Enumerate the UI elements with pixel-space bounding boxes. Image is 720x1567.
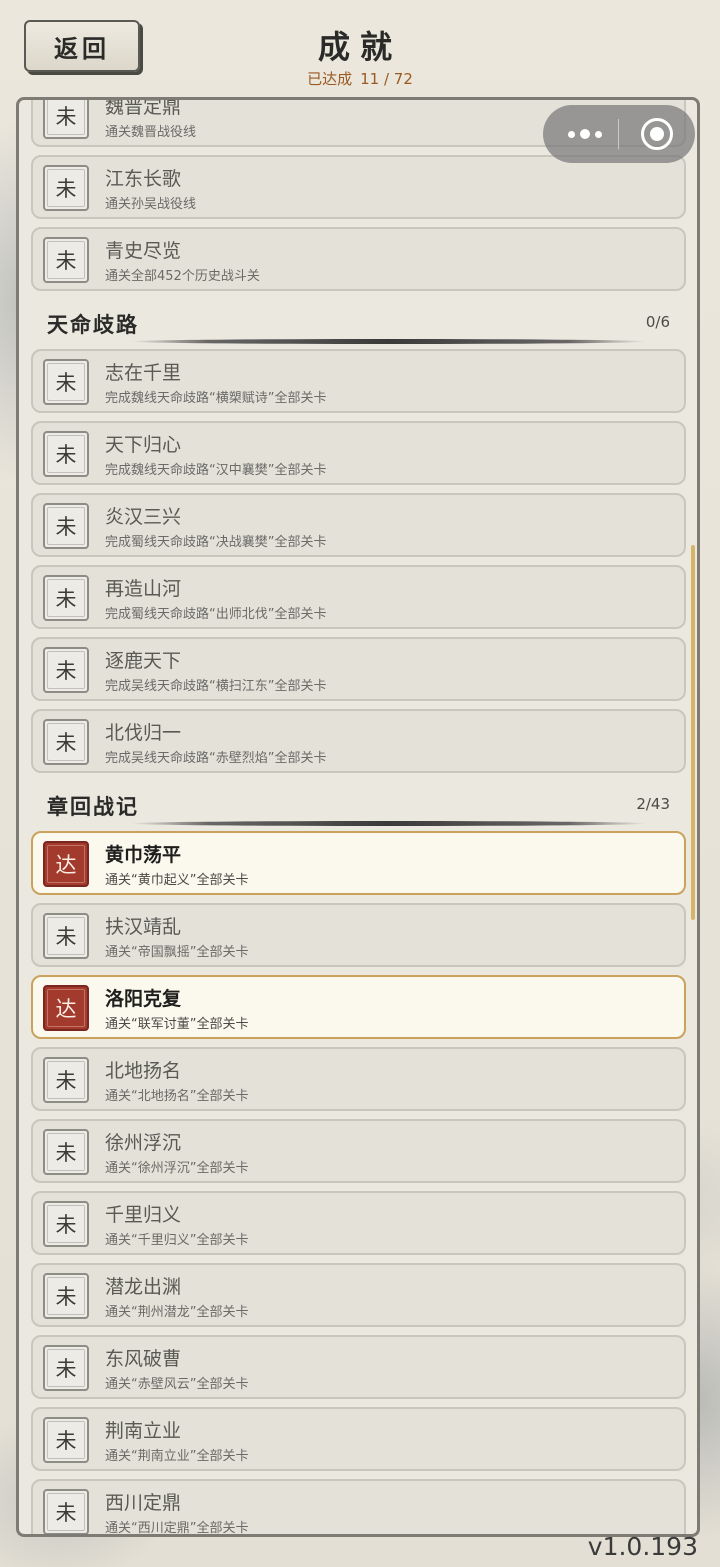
status-badge: 未 <box>43 237 89 283</box>
achievement-title: 北伐归一 <box>105 722 182 744</box>
scrollbar[interactable] <box>691 545 695 920</box>
achievement-description: 通关“帝国飘摇”全部关卡 <box>105 945 249 960</box>
achievement-description: 通关“黄巾起义”全部关卡 <box>105 873 249 888</box>
achievement-description: 通关孙吴战役线 <box>105 197 197 212</box>
achievement-description: 完成魏线天命歧路“汉中襄樊”全部关卡 <box>105 463 327 478</box>
achievement-list-panel[interactable]: 未魏晋定鼎 通关魏晋战役线未江东长歌 通关孙吴战役线未青史尽览 通关全部452个历史战… <box>16 97 700 1537</box>
achievement-title: 黄巾荡平 <box>105 844 182 866</box>
progress-value: 11 / 72 <box>360 70 413 88</box>
achievement-card[interactable]: 未东风破曹通关“赤壁风云”全部关卡 <box>31 1335 686 1399</box>
achievement-title: 潜龙出渊 <box>105 1276 182 1298</box>
achievement-card[interactable]: 未千里归义通关“千里归义”全部关卡 <box>31 1191 686 1255</box>
achievement-card[interactable]: 未逐鹿天下完成吴线天命歧路“横扫江东”全部关卡 <box>31 637 686 701</box>
achievement-description: 通关魏晋战役线 <box>105 125 197 140</box>
achievement-card[interactable]: 未青史尽览通关全部452个历史战斗关 <box>31 227 686 291</box>
page-title: 成就 <box>317 28 402 66</box>
achievement-description: 通关“徐州浮沉”全部关卡 <box>105 1161 249 1176</box>
achievement-card[interactable]: 未北伐归一完成吴线天命歧路“赤壁烈焰”全部关卡 <box>31 709 686 773</box>
status-badge: 未 <box>43 1129 89 1175</box>
achievement-description: 通关“赤壁风云”全部关卡 <box>105 1377 249 1392</box>
achievement-title: 洛阳克复 <box>105 988 182 1010</box>
status-badge: 达 <box>43 985 89 1031</box>
version-label: v1.0.193 <box>587 1532 698 1561</box>
status-badge: 未 <box>43 100 89 139</box>
achievement-description: 通关“北地扬名”全部关卡 <box>105 1089 249 1104</box>
mini-program-capsule <box>543 105 695 163</box>
brush-divider <box>131 821 646 826</box>
progress-label: 已达成 <box>307 70 353 88</box>
section-title: 章回战记 <box>47 794 139 819</box>
status-badge: 未 <box>43 165 89 211</box>
achievement-description: 完成吴线天命歧路“赤壁烈焰”全部关卡 <box>105 751 327 766</box>
achievement-description: 完成蜀线天命歧路“出师北伐”全部关卡 <box>105 607 327 622</box>
status-badge: 未 <box>43 359 89 405</box>
status-badge: 未 <box>43 431 89 477</box>
target-circle-icon[interactable] <box>641 118 673 150</box>
achievement-card[interactable]: 未志在千里完成魏线天命歧路“横槊赋诗”全部关卡 <box>31 349 686 413</box>
section-count: 0/6 <box>645 313 670 331</box>
more-dots-icon[interactable] <box>563 119 607 149</box>
status-badge: 未 <box>43 913 89 959</box>
section-title: 天命歧路 <box>47 312 139 337</box>
section-header: 章回战记 2/43 <box>31 787 686 827</box>
achievement-title: 东风破曹 <box>105 1348 182 1370</box>
achievement-title: 荆南立业 <box>105 1420 182 1442</box>
achievement-title: 千里归义 <box>105 1204 182 1226</box>
achievement-title: 志在千里 <box>105 362 182 384</box>
achievement-card[interactable]: 未炎汉三兴完成蜀线天命歧路“决战襄樊”全部关卡 <box>31 493 686 557</box>
achievement-title: 炎汉三兴 <box>105 506 182 528</box>
section-count: 2/43 <box>636 795 670 813</box>
status-badge: 未 <box>43 1057 89 1103</box>
achievement-title: 魏晋定鼎 <box>105 97 182 118</box>
achievement-description: 通关“荆南立业”全部关卡 <box>105 1449 249 1464</box>
achievement-progress: 已达成 11 / 72 <box>0 68 720 89</box>
achievement-description: 完成魏线天命歧路“横槊赋诗”全部关卡 <box>105 391 327 406</box>
status-badge: 未 <box>43 1489 89 1534</box>
achievement-title: 江东长歌 <box>105 168 182 190</box>
status-badge: 未 <box>43 1201 89 1247</box>
capsule-divider <box>618 119 619 149</box>
achievement-card[interactable]: 未徐州浮沉通关“徐州浮沉”全部关卡 <box>31 1119 686 1183</box>
achievement-description: 通关“西川定鼎”全部关卡 <box>105 1521 249 1536</box>
status-badge: 未 <box>43 575 89 621</box>
achievement-card[interactable]: 未西川定鼎通关“西川定鼎”全部关卡 <box>31 1479 686 1536</box>
achievement-description: 完成吴线天命歧路“横扫江东”全部关卡 <box>105 679 327 694</box>
status-badge: 未 <box>43 647 89 693</box>
achievement-title: 天下归心 <box>105 434 182 456</box>
brush-divider <box>131 339 646 344</box>
achievement-title: 逐鹿天下 <box>105 650 182 672</box>
status-badge: 未 <box>43 1345 89 1391</box>
achievement-card[interactable]: 达黄巾荡平通关“黄巾起义”全部关卡 <box>31 831 686 895</box>
achievement-title: 北地扬名 <box>105 1060 182 1082</box>
achievement-card[interactable]: 未天下归心完成魏线天命歧路“汉中襄樊”全部关卡 <box>31 421 686 485</box>
achievement-card[interactable]: 未扶汉靖乱通关“帝国飘摇”全部关卡 <box>31 903 686 967</box>
status-badge: 未 <box>43 1273 89 1319</box>
achievement-title: 徐州浮沉 <box>105 1132 182 1154</box>
achievement-card[interactable]: 达洛阳克复通关“联军讨董”全部关卡 <box>31 975 686 1039</box>
achievement-card[interactable]: 未再造山河完成蜀线天命歧路“出师北伐”全部关卡 <box>31 565 686 629</box>
achievement-description: 通关全部452个历史战斗关 <box>105 269 260 284</box>
status-badge: 达 <box>43 841 89 887</box>
achievement-card[interactable]: 未潜龙出渊通关“荆州潜龙”全部关卡 <box>31 1263 686 1327</box>
achievement-card[interactable]: 未荆南立业通关“荆南立业”全部关卡 <box>31 1407 686 1471</box>
achievement-card[interactable]: 未北地扬名通关“北地扬名”全部关卡 <box>31 1047 686 1111</box>
achievement-description: 通关“联军讨董”全部关卡 <box>105 1017 249 1032</box>
achievement-title: 再造山河 <box>105 578 182 600</box>
achievement-title: 西川定鼎 <box>105 1492 182 1514</box>
status-badge: 未 <box>43 503 89 549</box>
achievement-title: 青史尽览 <box>105 240 182 262</box>
section-header: 天命歧路 0/6 <box>31 305 686 345</box>
achievement-title: 扶汉靖乱 <box>105 916 182 938</box>
status-badge: 未 <box>43 1417 89 1463</box>
achievement-card[interactable]: 未江东长歌通关孙吴战役线 <box>31 155 686 219</box>
achievement-description: 通关“荆州潜龙”全部关卡 <box>105 1305 249 1320</box>
achievement-description: 通关“千里归义”全部关卡 <box>105 1233 249 1248</box>
status-badge: 未 <box>43 719 89 765</box>
achievement-description: 完成蜀线天命歧路“决战襄樊”全部关卡 <box>105 535 327 550</box>
